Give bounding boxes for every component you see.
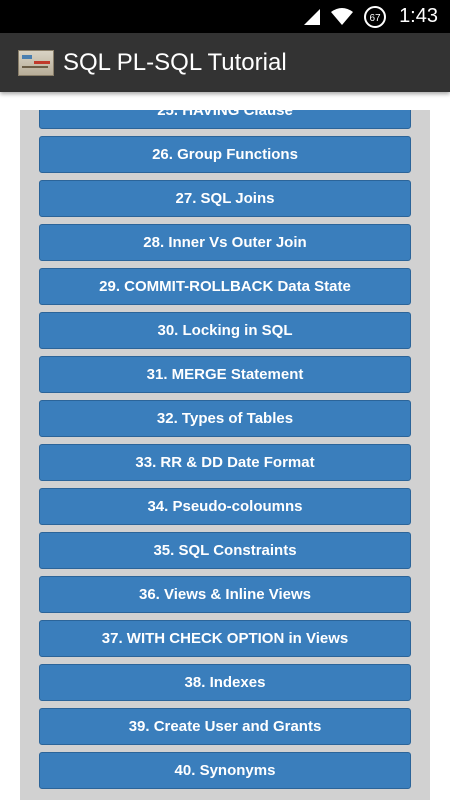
topic-button-38[interactable]: 38. Indexes xyxy=(39,664,411,701)
topic-button-39[interactable]: 39. Create User and Grants xyxy=(39,708,411,745)
topic-list: 25. HAVING Clause 26. Group Functions 27… xyxy=(20,110,430,796)
topic-button-27[interactable]: 27. SQL Joins xyxy=(39,180,411,217)
topic-button-33[interactable]: 33. RR & DD Date Format xyxy=(39,444,411,481)
sql-plsql-logo-icon xyxy=(18,49,54,76)
battery-icon: 67 xyxy=(364,5,387,28)
signal-icon xyxy=(304,8,321,25)
wifi-icon xyxy=(331,7,354,25)
status-icons: 67 1:43 xyxy=(303,0,438,33)
topic-button-31[interactable]: 31. MERGE Statement xyxy=(39,356,411,393)
app-bar: SQL PL-SQL Tutorial xyxy=(0,33,450,92)
topic-button-25[interactable]: 25. HAVING Clause xyxy=(39,110,411,129)
battery-level: 67 xyxy=(370,13,382,24)
topic-button-26[interactable]: 26. Group Functions xyxy=(39,136,411,173)
topic-button-28[interactable]: 28. Inner Vs Outer Join xyxy=(39,224,411,261)
app-title: SQL PL-SQL Tutorial xyxy=(63,48,287,76)
topic-button-34[interactable]: 34. Pseudo-coloumns xyxy=(39,488,411,525)
status-bar: 67 1:43 xyxy=(0,0,450,33)
topic-button-37[interactable]: 37. WITH CHECK OPTION in Views xyxy=(39,620,411,657)
topic-button-32[interactable]: 32. Types of Tables xyxy=(39,400,411,437)
topic-list-panel[interactable]: 25. HAVING Clause 26. Group Functions 27… xyxy=(20,110,430,800)
topic-button-35[interactable]: 35. SQL Constraints xyxy=(39,532,411,569)
content-area: 25. HAVING Clause 26. Group Functions 27… xyxy=(0,92,450,800)
topic-button-36[interactable]: 36. Views & Inline Views xyxy=(39,576,411,613)
topic-button-29[interactable]: 29. COMMIT-ROLLBACK Data State xyxy=(39,268,411,305)
topic-button-30[interactable]: 30. Locking in SQL xyxy=(39,312,411,349)
topic-button-40[interactable]: 40. Synonyms xyxy=(39,752,411,789)
clock: 1:43 xyxy=(399,5,438,27)
